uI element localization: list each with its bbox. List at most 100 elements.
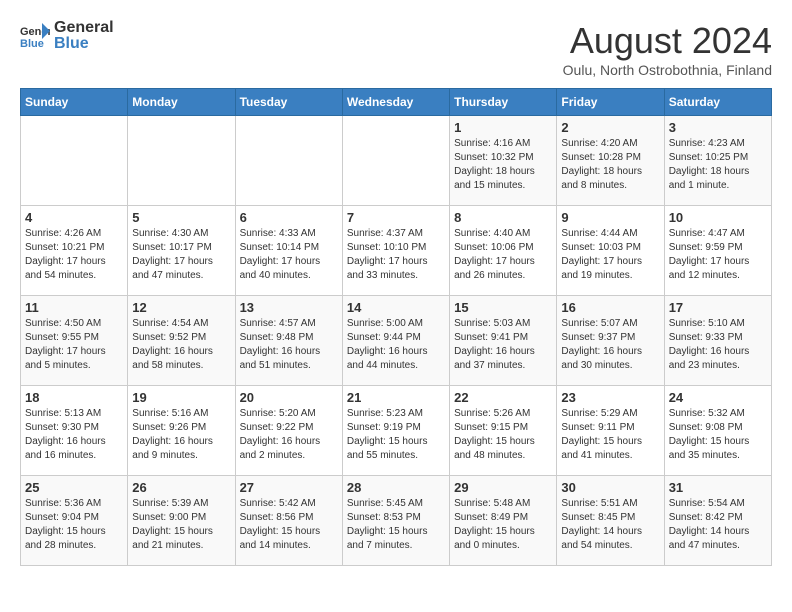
day-number: 17	[669, 300, 767, 315]
day-info: Sunrise: 5:51 AM Sunset: 8:45 PM Dayligh…	[561, 497, 659, 553]
calendar-cell: 17 Sunrise: 5:10 AM Sunset: 9:33 PM Dayli…	[664, 296, 771, 386]
weekday-header-saturday: Saturday	[664, 89, 771, 116]
day-info: Sunrise: 5:36 AM Sunset: 9:04 PM Dayligh…	[25, 497, 123, 553]
day-info: Sunrise: 5:10 AM Sunset: 9:33 PM Dayligh…	[669, 317, 767, 373]
day-number: 21	[347, 390, 445, 405]
calendar-cell: 3 Sunrise: 4:23 AM Sunset: 10:25 PM Dayli…	[664, 116, 771, 206]
day-number: 18	[25, 390, 123, 405]
day-number: 14	[347, 300, 445, 315]
calendar-week-2: 4 Sunrise: 4:26 AM Sunset: 10:21 PM Dayli…	[21, 206, 772, 296]
day-number: 29	[454, 480, 552, 495]
day-info: Sunrise: 4:54 AM Sunset: 9:52 PM Dayligh…	[132, 317, 230, 373]
day-number: 25	[25, 480, 123, 495]
calendar-cell: 16 Sunrise: 5:07 AM Sunset: 9:37 PM Dayli…	[557, 296, 664, 386]
calendar-cell: 9Sunrise: 4:44 AM Sunset: 10:03 PM Dayli…	[557, 206, 664, 296]
day-number: 19	[132, 390, 230, 405]
day-info: Sunrise: 4:23 AM Sunset: 10:25 PM Daylig…	[669, 137, 767, 193]
day-number: 15	[454, 300, 552, 315]
day-info: Sunrise: 5:54 AM Sunset: 8:42 PM Dayligh…	[669, 497, 767, 553]
day-info: Sunrise: 4:47 AM Sunset: 9:59 PM Dayligh…	[669, 227, 767, 283]
day-number: 30	[561, 480, 659, 495]
calendar-cell: 29 Sunrise: 5:48 AM Sunset: 8:49 PM Dayli…	[450, 476, 557, 566]
day-info: Sunrise: 5:39 AM Sunset: 9:00 PM Dayligh…	[132, 497, 230, 553]
calendar-cell: 4 Sunrise: 4:26 AM Sunset: 10:21 PM Dayli…	[21, 206, 128, 296]
calendar-week-1: 1 Sunrise: 4:16 AM Sunset: 10:32 PM Dayli…	[21, 116, 772, 206]
calendar-cell: 11 Sunrise: 4:50 AM Sunset: 9:55 PM Dayli…	[21, 296, 128, 386]
day-number: 16	[561, 300, 659, 315]
day-info: Sunrise: 4:20 AM Sunset: 10:28 PM Daylig…	[561, 137, 659, 193]
calendar-body: 1 Sunrise: 4:16 AM Sunset: 10:32 PM Dayli…	[21, 116, 772, 566]
day-number: 11	[25, 300, 123, 315]
day-info: Sunrise: 5:00 AM Sunset: 9:44 PM Dayligh…	[347, 317, 445, 373]
day-number: 3	[669, 120, 767, 135]
calendar-week-3: 11 Sunrise: 4:50 AM Sunset: 9:55 PM Dayli…	[21, 296, 772, 386]
calendar-cell: 10 Sunrise: 4:47 AM Sunset: 9:59 PM Dayli…	[664, 206, 771, 296]
logo-general-text: General	[54, 20, 114, 36]
calendar-cell: 14 Sunrise: 5:00 AM Sunset: 9:44 PM Dayli…	[342, 296, 449, 386]
calendar-cell: 15 Sunrise: 5:03 AM Sunset: 9:41 PM Dayli…	[450, 296, 557, 386]
calendar-cell: 26Sunrise: 5:39 AM Sunset: 9:00 PM Dayli…	[128, 476, 235, 566]
calendar-cell: 28 Sunrise: 5:45 AM Sunset: 8:53 PM Dayli…	[342, 476, 449, 566]
calendar-cell: 12 Sunrise: 4:54 AM Sunset: 9:52 PM Dayli…	[128, 296, 235, 386]
day-number: 8	[454, 210, 552, 225]
day-info: Sunrise: 5:16 AM Sunset: 9:26 PM Dayligh…	[132, 407, 230, 463]
day-info: Sunrise: 4:40 AM Sunset: 10:06 PM Daylig…	[454, 227, 552, 283]
calendar-title: August 2024	[563, 20, 772, 62]
day-number: 12	[132, 300, 230, 315]
day-info: Sunrise: 4:50 AM Sunset: 9:55 PM Dayligh…	[25, 317, 123, 373]
calendar-week-4: 18 Sunrise: 5:13 AM Sunset: 9:30 PM Dayli…	[21, 386, 772, 476]
calendar-cell: 8 Sunrise: 4:40 AM Sunset: 10:06 PM Dayli…	[450, 206, 557, 296]
calendar-cell: 2 Sunrise: 4:20 AM Sunset: 10:28 PM Dayli…	[557, 116, 664, 206]
calendar-cell: 1 Sunrise: 4:16 AM Sunset: 10:32 PM Dayli…	[450, 116, 557, 206]
day-info: Sunrise: 5:03 AM Sunset: 9:41 PM Dayligh…	[454, 317, 552, 373]
calendar-header: SundayMondayTuesdayWednesdayThursdayFrid…	[21, 89, 772, 116]
day-number: 4	[25, 210, 123, 225]
day-number: 13	[240, 300, 338, 315]
day-number: 24	[669, 390, 767, 405]
calendar-cell: 19 Sunrise: 5:16 AM Sunset: 9:26 PM Dayli…	[128, 386, 235, 476]
day-number: 10	[669, 210, 767, 225]
day-info: Sunrise: 5:20 AM Sunset: 9:22 PM Dayligh…	[240, 407, 338, 463]
day-info: Sunrise: 4:26 AM Sunset: 10:21 PM Daylig…	[25, 227, 123, 283]
day-number: 28	[347, 480, 445, 495]
calendar-cell: 25 Sunrise: 5:36 AM Sunset: 9:04 PM Dayli…	[21, 476, 128, 566]
calendar-cell: 27Sunrise: 5:42 AM Sunset: 8:56 PM Dayli…	[235, 476, 342, 566]
day-info: Sunrise: 5:23 AM Sunset: 9:19 PM Dayligh…	[347, 407, 445, 463]
page-header: General Blue General Blue August 2024 Ou…	[20, 20, 772, 78]
calendar-cell: 13Sunrise: 4:57 AM Sunset: 9:48 PM Dayli…	[235, 296, 342, 386]
day-info: Sunrise: 5:07 AM Sunset: 9:37 PM Dayligh…	[561, 317, 659, 373]
day-info: Sunrise: 4:30 AM Sunset: 10:17 PM Daylig…	[132, 227, 230, 283]
day-number: 5	[132, 210, 230, 225]
calendar-cell	[21, 116, 128, 206]
weekday-header-row: SundayMondayTuesdayWednesdayThursdayFrid…	[21, 89, 772, 116]
day-number: 20	[240, 390, 338, 405]
calendar-cell: 23Sunrise: 5:29 AM Sunset: 9:11 PM Dayli…	[557, 386, 664, 476]
day-info: Sunrise: 5:48 AM Sunset: 8:49 PM Dayligh…	[454, 497, 552, 553]
calendar-cell: 7 Sunrise: 4:37 AM Sunset: 10:10 PM Dayli…	[342, 206, 449, 296]
weekday-header-thursday: Thursday	[450, 89, 557, 116]
day-info: Sunrise: 5:45 AM Sunset: 8:53 PM Dayligh…	[347, 497, 445, 553]
day-number: 31	[669, 480, 767, 495]
calendar-week-5: 25 Sunrise: 5:36 AM Sunset: 9:04 PM Dayli…	[21, 476, 772, 566]
day-info: Sunrise: 5:29 AM Sunset: 9:11 PM Dayligh…	[561, 407, 659, 463]
day-number: 9	[561, 210, 659, 225]
day-info: Sunrise: 4:16 AM Sunset: 10:32 PM Daylig…	[454, 137, 552, 193]
calendar-cell	[235, 116, 342, 206]
day-number: 2	[561, 120, 659, 135]
day-info: Sunrise: 5:13 AM Sunset: 9:30 PM Dayligh…	[25, 407, 123, 463]
calendar-table: SundayMondayTuesdayWednesdayThursdayFrid…	[20, 88, 772, 566]
logo-icon: General Blue	[20, 21, 50, 51]
day-number: 1	[454, 120, 552, 135]
weekday-header-friday: Friday	[557, 89, 664, 116]
day-info: Sunrise: 4:37 AM Sunset: 10:10 PM Daylig…	[347, 227, 445, 283]
calendar-cell: 6 Sunrise: 4:33 AM Sunset: 10:14 PM Dayli…	[235, 206, 342, 296]
calendar-cell: 31 Sunrise: 5:54 AM Sunset: 8:42 PM Dayli…	[664, 476, 771, 566]
day-info: Sunrise: 5:26 AM Sunset: 9:15 PM Dayligh…	[454, 407, 552, 463]
calendar-cell: 18 Sunrise: 5:13 AM Sunset: 9:30 PM Dayli…	[21, 386, 128, 476]
day-info: Sunrise: 4:33 AM Sunset: 10:14 PM Daylig…	[240, 227, 338, 283]
logo: General Blue General Blue	[20, 20, 114, 52]
day-number: 6	[240, 210, 338, 225]
day-number: 22	[454, 390, 552, 405]
day-number: 7	[347, 210, 445, 225]
logo-blue-text: Blue	[54, 36, 114, 52]
